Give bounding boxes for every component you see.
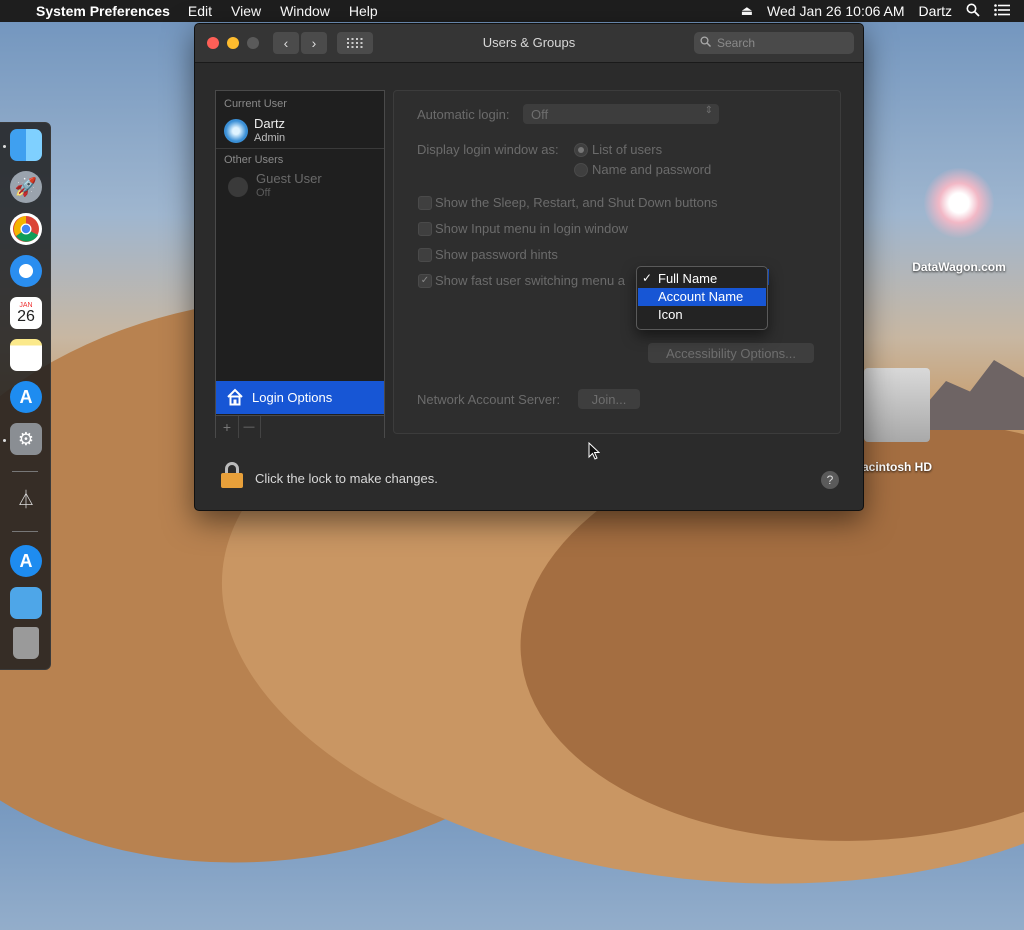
running-indicator bbox=[3, 439, 6, 442]
search-field[interactable]: Search bbox=[694, 32, 854, 54]
finder-icon[interactable] bbox=[10, 129, 42, 161]
menu-clock[interactable]: Wed Jan 26 10:06 AM bbox=[767, 3, 905, 19]
menu-item-icon-label: Icon bbox=[658, 307, 683, 322]
lock-message: Click the lock to make changes. bbox=[255, 471, 438, 486]
trash-icon[interactable] bbox=[13, 627, 39, 659]
menu-item-full-name-label: Full Name bbox=[658, 271, 718, 286]
app-store-icon[interactable]: A bbox=[10, 381, 42, 413]
eject-icon[interactable]: ⏏ bbox=[741, 3, 753, 19]
users-sidebar: Current User Dartz Admin Other Users Gue… bbox=[215, 90, 385, 438]
add-user-button[interactable]: + bbox=[216, 416, 239, 438]
guest-user-icon bbox=[228, 177, 248, 197]
checkbox-fast-user-switching[interactable]: ✓ bbox=[418, 274, 432, 288]
notes-icon[interactable] bbox=[10, 339, 42, 371]
datawagon-desktop-item[interactable]: DataWagon.com bbox=[904, 168, 1014, 274]
remove-user-button[interactable]: — bbox=[238, 416, 261, 438]
checkbox-fast-user-switching-label: Show fast user switching menu a bbox=[435, 273, 626, 288]
radio-list-of-users-label: List of users bbox=[592, 142, 663, 157]
current-user-role: Admin bbox=[254, 132, 286, 144]
snowflake-avatar-icon bbox=[224, 119, 248, 143]
current-user-header: Current User bbox=[224, 98, 287, 110]
menu-item-account-name-label: Account Name bbox=[658, 289, 744, 304]
checkbox-input-menu[interactable] bbox=[418, 222, 432, 236]
checkbox-password-hints-label: Show password hints bbox=[435, 247, 558, 262]
hard-drive-icon bbox=[864, 368, 930, 442]
current-user-row[interactable]: Dartz Admin bbox=[216, 113, 384, 153]
notification-center-icon[interactable] bbox=[994, 3, 1010, 19]
launchpad-rocket-icon[interactable]: 🚀 bbox=[10, 171, 42, 203]
menu-item-full-name[interactable]: ✓ Full Name bbox=[638, 270, 766, 288]
radio-name-password-label: Name and password bbox=[592, 162, 712, 177]
calendar-day: 26 bbox=[17, 307, 35, 325]
users-groups-window: ‹ › Users & Groups Search Current User D… bbox=[194, 23, 864, 511]
title-bar: ‹ › Users & Groups Search bbox=[195, 24, 863, 63]
checkbox-input-menu-label: Show Input menu in login window bbox=[435, 221, 628, 236]
dock: 🚀 JAN 26 A ⚙ ⏃ A bbox=[0, 122, 51, 670]
display-login-label: Display login window as: bbox=[417, 142, 559, 157]
menu-user[interactable]: Dartz bbox=[919, 3, 952, 19]
menu-window[interactable]: Window bbox=[280, 3, 330, 19]
airdrop-antenna-icon[interactable]: ⏃ bbox=[10, 483, 42, 515]
search-icon bbox=[700, 36, 711, 50]
login-options-label: Login Options bbox=[252, 390, 333, 405]
menu-bar: System Preferences Edit View Window Help… bbox=[0, 0, 1024, 22]
automatic-login-value: Off bbox=[531, 107, 549, 122]
house-icon bbox=[226, 388, 244, 409]
menu-app-name[interactable]: System Preferences bbox=[36, 3, 170, 19]
menu-help[interactable]: Help bbox=[349, 3, 378, 19]
divider bbox=[216, 148, 384, 149]
guest-user-row[interactable]: Guest User Off bbox=[216, 167, 384, 207]
other-users-header: Other Users bbox=[224, 154, 284, 166]
accessibility-options-button[interactable]: Accessibility Options... bbox=[648, 343, 814, 363]
chrome-icon[interactable] bbox=[10, 213, 42, 245]
macintosh-hd-desktop-item[interactable]: acintosh HD bbox=[862, 368, 958, 474]
help-button[interactable]: ? bbox=[821, 471, 839, 489]
checkbox-password-hints[interactable] bbox=[418, 248, 432, 262]
radio-list-of-users[interactable] bbox=[574, 143, 588, 157]
join-button[interactable]: Join... bbox=[578, 389, 640, 409]
guest-user-status: Off bbox=[256, 187, 271, 199]
drive-label: acintosh HD bbox=[862, 460, 933, 474]
search-placeholder: Search bbox=[717, 36, 756, 50]
dock-separator bbox=[12, 471, 38, 472]
calendar-icon[interactable]: JAN 26 bbox=[10, 297, 42, 329]
menu-item-icon[interactable]: Icon bbox=[638, 306, 766, 324]
datawagon-logo-icon bbox=[924, 168, 994, 238]
login-options-panel: Automatic login: Off ⇕ Display login win… bbox=[393, 90, 841, 434]
fast-switching-format-menu: ✓ Full Name Account Name Icon bbox=[636, 266, 768, 330]
running-indicator bbox=[3, 145, 6, 148]
datawagon-label: DataWagon.com bbox=[912, 260, 1006, 274]
radio-name-password[interactable] bbox=[574, 163, 588, 177]
checkmark-icon: ✓ bbox=[642, 271, 653, 285]
system-preferences-gear-icon[interactable]: ⚙ bbox=[10, 423, 42, 455]
dock-separator bbox=[12, 531, 38, 532]
spotlight-search-icon[interactable] bbox=[966, 3, 980, 20]
sidebar-toolbar: + — bbox=[216, 415, 384, 438]
guest-user-name: Guest User bbox=[256, 171, 322, 186]
downloads-folder-icon[interactable] bbox=[10, 587, 42, 619]
automatic-login-label: Automatic login: bbox=[417, 107, 510, 122]
menu-item-account-name[interactable]: Account Name bbox=[638, 288, 766, 306]
mouse-cursor-icon bbox=[588, 441, 601, 465]
menu-view[interactable]: View bbox=[231, 3, 261, 19]
app-store-download-icon[interactable]: A bbox=[10, 545, 42, 577]
updown-chevron-icon: ⇕ bbox=[704, 105, 713, 116]
automatic-login-popup[interactable]: Off ⇕ bbox=[523, 104, 719, 124]
network-account-server-label: Network Account Server: bbox=[417, 392, 561, 407]
checkbox-sleep-restart[interactable] bbox=[418, 196, 432, 210]
lock-icon[interactable] bbox=[221, 462, 243, 488]
safari-compass-icon[interactable] bbox=[10, 255, 42, 287]
menu-edit[interactable]: Edit bbox=[188, 3, 212, 19]
checkbox-sleep-restart-label: Show the Sleep, Restart, and Shut Down b… bbox=[435, 195, 718, 210]
login-options-item[interactable]: Login Options bbox=[216, 381, 384, 414]
current-user-name: Dartz bbox=[254, 116, 286, 131]
